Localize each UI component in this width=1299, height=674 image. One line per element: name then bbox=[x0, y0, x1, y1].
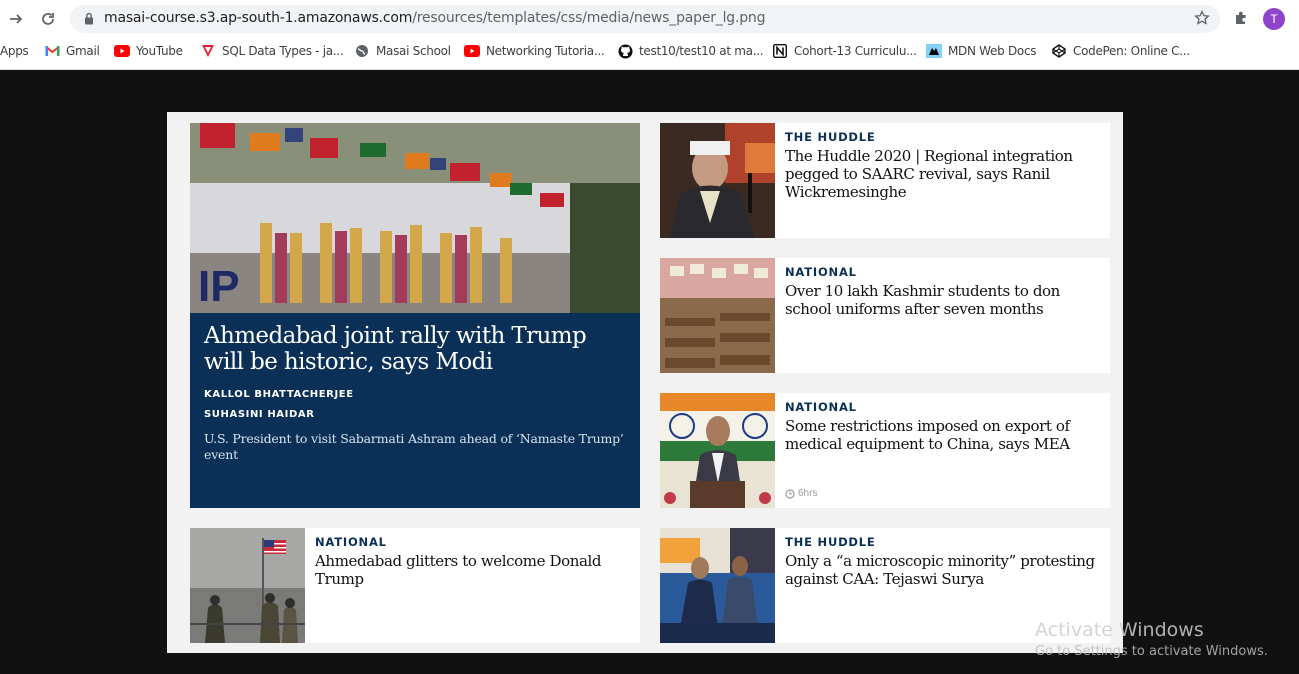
bookmark-gmail[interactable]: Gmail bbox=[44, 40, 100, 62]
github-icon bbox=[617, 43, 633, 59]
lead-photo-rally: IP bbox=[190, 123, 640, 313]
bookmark-sql-data-types[interactable]: SQL Data Types - ja... bbox=[200, 40, 344, 62]
lock-icon bbox=[84, 12, 94, 30]
card-time-label: 6hrs bbox=[798, 488, 818, 499]
card-category[interactable]: THE HUDDLE bbox=[785, 535, 876, 549]
bookmark-label: MDN Web Docs bbox=[948, 44, 1037, 58]
bookmark-cohort-curriculum[interactable]: Cohort-13 Curriculu... bbox=[772, 40, 917, 62]
browser-chrome: masai-course.s3.ap-south-1.amazonaws.com… bbox=[0, 0, 1299, 70]
svg-text:IP: IP bbox=[198, 262, 240, 311]
gmail-icon bbox=[44, 43, 60, 59]
bookmark-label: YouTube bbox=[136, 44, 183, 58]
watermark-title: Activate Windows bbox=[1035, 619, 1204, 641]
bookmark-networking-tutorial[interactable]: Networking Tutoria... bbox=[464, 40, 605, 62]
story-card[interactable]: THE HUDDLE The Huddle 2020 | Regional in… bbox=[660, 123, 1110, 238]
bookmark-label: test10/test10 at ma... bbox=[639, 44, 764, 58]
extensions-puzzle-icon[interactable] bbox=[1233, 9, 1251, 32]
youtube-icon bbox=[114, 43, 130, 59]
mdn-icon bbox=[926, 43, 942, 59]
address-bar[interactable]: masai-course.s3.ap-south-1.amazonaws.com… bbox=[70, 5, 1220, 33]
bookmark-label: CodePen: Online C... bbox=[1073, 44, 1190, 58]
profile-avatar[interactable]: T bbox=[1263, 8, 1285, 30]
url-text: masai-course.s3.ap-south-1.amazonaws.com… bbox=[104, 10, 765, 26]
card-timestamp: 6hrs bbox=[785, 488, 817, 499]
thumb-photo-security bbox=[190, 528, 305, 643]
card-category[interactable]: NATIONAL bbox=[785, 400, 857, 414]
sql-icon bbox=[200, 43, 216, 59]
bookmarks-bar: Apps Gmail YouTube SQL Data Types - ja..… bbox=[0, 40, 1299, 62]
thumb-photo-classroom bbox=[660, 258, 775, 373]
card-headline[interactable]: Over 10 lakh Kashmir students to don sch… bbox=[785, 282, 1105, 318]
globe-icon bbox=[354, 43, 370, 59]
watermark-subtitle: Go to Settings to activate Windows. bbox=[1035, 644, 1268, 659]
story-card[interactable]: NATIONAL Over 10 lakh Kashmir students t… bbox=[660, 258, 1110, 373]
lead-text-block: Ahmedabad joint rally with Trump will be… bbox=[204, 323, 624, 463]
url-host: masai-course.s3.ap-south-1.amazonaws.com bbox=[104, 10, 413, 26]
bookmark-masai-school[interactable]: Masai School bbox=[354, 40, 451, 62]
card-headline[interactable]: Some restrictions imposed on export of m… bbox=[785, 417, 1105, 453]
card-headline[interactable]: The Huddle 2020 | Regional integration p… bbox=[785, 147, 1105, 201]
card-category[interactable]: THE HUDDLE bbox=[785, 130, 876, 144]
bookmark-label: Networking Tutoria... bbox=[486, 44, 605, 58]
card-category[interactable]: NATIONAL bbox=[315, 535, 387, 549]
lead-story[interactable]: IP Ahmedabad joint rally with Trump will… bbox=[190, 123, 640, 508]
bookmark-star-icon[interactable] bbox=[1194, 9, 1210, 31]
lead-author[interactable]: KALLOL BHATTACHERJEE bbox=[204, 389, 624, 401]
bookmark-apps[interactable]: Apps bbox=[0, 40, 29, 62]
newspaper-layout: IP Ahmedabad joint rally with Trump will… bbox=[167, 112, 1123, 653]
story-card[interactable]: NATIONAL Ahmedabad glitters to welcome D… bbox=[190, 528, 640, 643]
lead-headline[interactable]: Ahmedabad joint rally with Trump will be… bbox=[204, 323, 624, 375]
story-card[interactable]: NATIONAL Some restrictions imposed on ex… bbox=[660, 393, 1110, 508]
url-path: /resources/templates/css/media/news_pape… bbox=[412, 10, 766, 26]
thumb-photo-speaker bbox=[660, 123, 775, 238]
bookmark-label: Apps bbox=[0, 44, 29, 58]
forward-icon[interactable] bbox=[5, 8, 27, 30]
lead-author[interactable]: SUHASINI HAIDAR bbox=[204, 409, 624, 421]
thumb-photo-mea-briefing bbox=[660, 393, 775, 508]
card-headline[interactable]: Only a “a microscopic minority” protesti… bbox=[785, 552, 1105, 588]
activate-windows-watermark: Activate Windows Go to Settings to activ… bbox=[1035, 619, 1268, 659]
bookmark-youtube[interactable]: YouTube bbox=[114, 40, 183, 62]
card-headline[interactable]: Ahmedabad glitters to welcome Donald Tru… bbox=[315, 552, 635, 588]
card-category[interactable]: NATIONAL bbox=[785, 265, 857, 279]
bookmark-label: Masai School bbox=[376, 44, 451, 58]
bookmark-mdn-web-docs[interactable]: MDN Web Docs bbox=[926, 40, 1037, 62]
codepen-icon bbox=[1051, 43, 1067, 59]
bookmark-label: Cohort-13 Curriculu... bbox=[794, 44, 917, 58]
bookmark-label: Gmail bbox=[66, 44, 100, 58]
lead-description: U.S. President to visit Sabarmati Ashram… bbox=[204, 431, 624, 462]
bookmark-codepen[interactable]: CodePen: Online C... bbox=[1051, 40, 1190, 62]
bookmark-label: SQL Data Types - ja... bbox=[222, 44, 344, 58]
reload-icon[interactable] bbox=[37, 8, 59, 30]
clock-icon bbox=[785, 488, 795, 499]
thumb-photo-panel bbox=[660, 528, 775, 643]
youtube-icon bbox=[464, 43, 480, 59]
bookmark-github-test10[interactable]: test10/test10 at ma... bbox=[617, 40, 764, 62]
notion-icon bbox=[772, 43, 788, 59]
